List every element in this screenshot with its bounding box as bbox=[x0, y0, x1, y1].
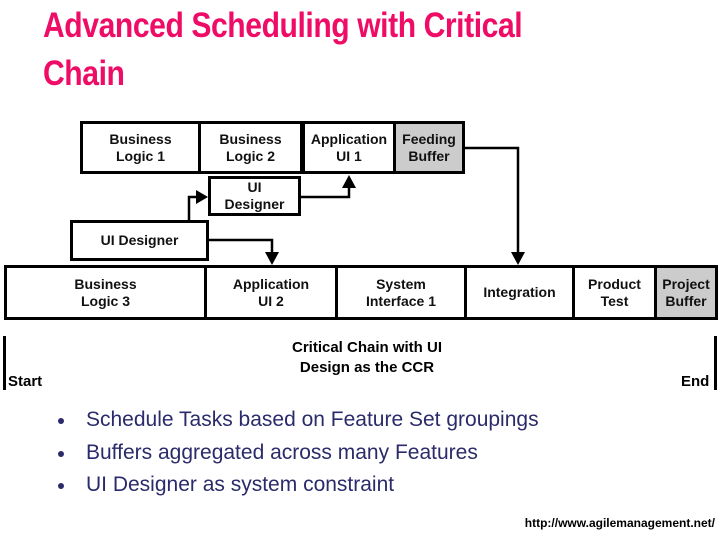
end-label: End bbox=[681, 373, 710, 390]
resource-ui-designer-lower: UI Designer bbox=[70, 220, 209, 261]
buffer-label: Project Buffer bbox=[662, 275, 710, 309]
link-feeding-buffer-to-integration bbox=[465, 146, 520, 252]
task-label: Business Logic 1 bbox=[109, 130, 172, 164]
bullet-list: Schedule Tasks based on Feature Set grou… bbox=[56, 404, 539, 502]
link-ui-designer-to-application-ui-2 bbox=[209, 238, 274, 252]
task-label: Integration bbox=[483, 284, 556, 300]
task-label: Application UI 2 bbox=[232, 275, 310, 309]
bullet-icon bbox=[58, 483, 64, 489]
bullet-text: Schedule Tasks based on Feature Set grou… bbox=[86, 408, 539, 431]
arrowhead-icon bbox=[342, 175, 356, 188]
task-business-logic-2: Business Logic 2 bbox=[198, 121, 303, 174]
task-label: Business Logic 3 bbox=[74, 275, 137, 309]
resource-ui-designer-upper: UI Designer bbox=[208, 176, 301, 216]
resource-label: UI Designer bbox=[224, 179, 285, 212]
bullet-icon bbox=[58, 418, 64, 424]
slide-title: Advanced Scheduling with Critical Chain bbox=[43, 2, 559, 98]
slide-title-line-2: Chain bbox=[43, 54, 125, 93]
start-marker bbox=[3, 336, 6, 390]
task-application-ui-2: Application UI 2 bbox=[204, 265, 338, 320]
task-business-logic-3: Business Logic 3 bbox=[4, 265, 207, 320]
end-marker bbox=[714, 336, 717, 390]
task-integration: Integration bbox=[464, 265, 575, 320]
link-ui-designer-to-ui-designer bbox=[187, 195, 205, 220]
slide-title-line-1: Advanced Scheduling with Critical bbox=[43, 6, 523, 45]
bullet-text: Buffers aggregated across many Features bbox=[86, 440, 478, 464]
bullet-item: UI Designer as system constraint bbox=[56, 469, 539, 502]
task-label: Product Test bbox=[588, 275, 641, 309]
bullet-item: Schedule Tasks based on Feature Set grou… bbox=[56, 404, 539, 437]
task-label: System Interface 1 bbox=[365, 275, 437, 309]
task-application-ui-1: Application UI 1 bbox=[302, 121, 396, 174]
bullet-item: Buffers aggregated across many Features bbox=[56, 437, 539, 470]
task-business-logic-1: Business Logic 1 bbox=[80, 121, 201, 174]
feeding-buffer: Feeding Buffer bbox=[393, 121, 465, 174]
project-buffer: Project Buffer bbox=[654, 265, 718, 320]
task-label: Application UI 1 bbox=[310, 130, 388, 164]
arrowhead-icon bbox=[196, 190, 208, 204]
source-url: http://www.agilemanagement.net/ bbox=[524, 516, 715, 530]
arrowhead-icon bbox=[511, 252, 525, 265]
task-product-test: Product Test bbox=[572, 265, 657, 320]
diagram-caption: Critical Chain with UI Design as the CCR bbox=[291, 339, 442, 376]
bullet-icon bbox=[58, 450, 64, 457]
bullet-text: UI Designer as system constraint bbox=[86, 473, 395, 496]
task-label: Business Logic 2 bbox=[219, 130, 282, 164]
resource-label: UI Designer bbox=[100, 232, 179, 248]
buffer-label: Feeding Buffer bbox=[402, 130, 456, 164]
arrowhead-icon bbox=[265, 252, 279, 265]
task-system-interface-1: System Interface 1 bbox=[335, 265, 467, 320]
start-label: Start bbox=[8, 373, 43, 390]
link-ui-designer-to-application-ui-1 bbox=[301, 186, 351, 199]
